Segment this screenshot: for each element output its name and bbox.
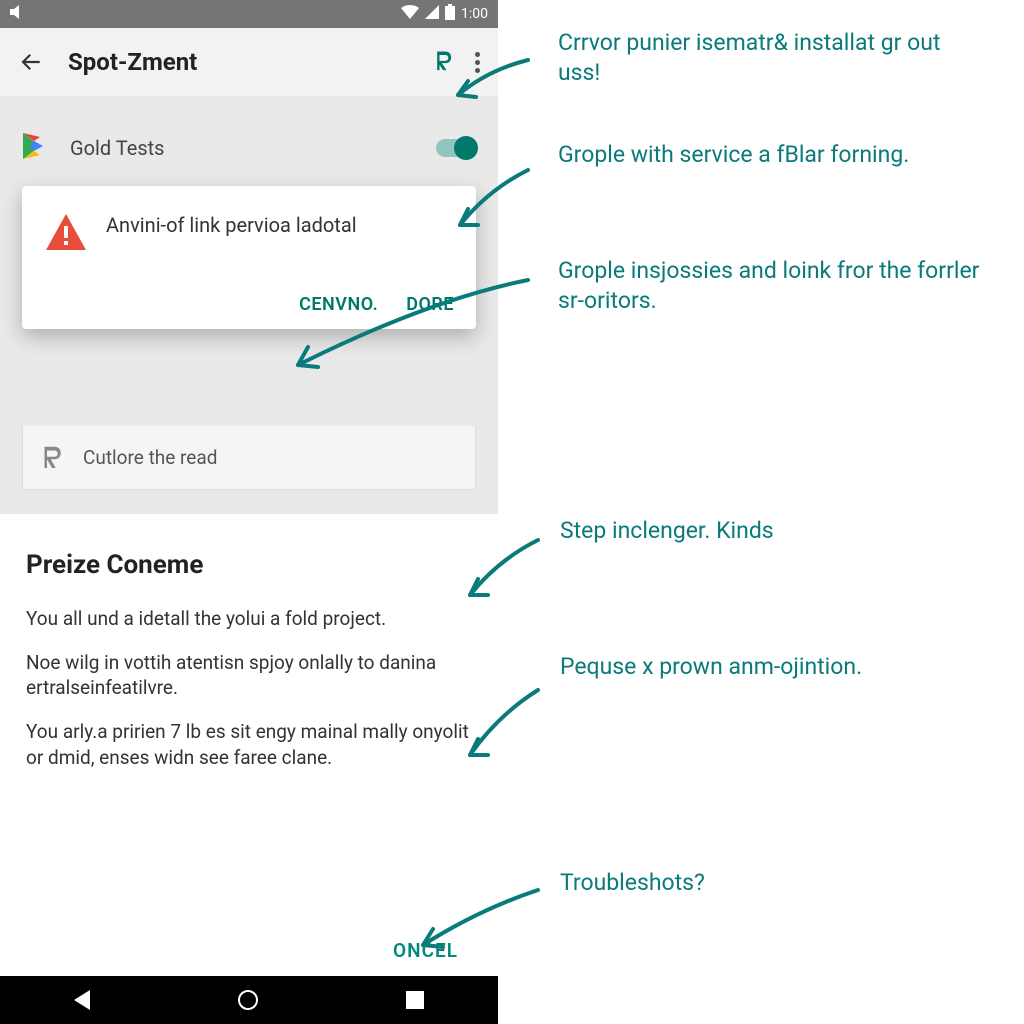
- page-title: Spot-Zment: [68, 48, 413, 76]
- nav-back-icon[interactable]: [74, 990, 90, 1010]
- sheet-paragraph-2: Noe wilg in vottih atentisn spjoy onlall…: [26, 650, 472, 701]
- volume-icon: [10, 5, 26, 23]
- arrow-icon: [448, 160, 538, 240]
- annotation-panel: Crrvor punier isematr& installat gr out …: [498, 0, 1024, 1024]
- annotation-3: Grople insjossies and loink fror the for…: [558, 256, 988, 316]
- sheet-title: Preize Coneme: [26, 550, 472, 580]
- item-icon: [37, 443, 67, 473]
- app-bar: Spot-Zment: [0, 28, 498, 96]
- setting-row-gold-tests[interactable]: Gold Tests: [0, 118, 498, 178]
- annotation-6: Troubleshots?: [560, 868, 705, 898]
- sheet-paragraph-1: You all und a idetall the yolui a fold p…: [26, 606, 472, 632]
- phone-frame: 1:00 Spot-Zment Gold Tests: [0, 0, 498, 1024]
- list-item-label: Cutlore the read: [83, 446, 217, 469]
- status-bar: 1:00: [0, 0, 498, 28]
- cell-signal-icon: [425, 5, 439, 23]
- toggle-switch[interactable]: [436, 139, 476, 157]
- battery-icon: [445, 4, 455, 24]
- arrow-icon: [458, 680, 548, 770]
- setting-label: Gold Tests: [70, 136, 436, 160]
- arrow-icon: [408, 880, 548, 960]
- arrow-icon: [448, 50, 538, 110]
- arrow-icon: [458, 530, 548, 610]
- android-nav-bar: [0, 976, 498, 1024]
- sheet-paragraph-3: You arly.a pririen 7 lb es sit engy main…: [26, 719, 472, 770]
- nav-home-icon[interactable]: [238, 990, 258, 1010]
- annotation-1: Crrvor punier isematr& installat gr out …: [558, 28, 988, 88]
- annotation-5: Pequse x prown anm-ojintion.: [560, 652, 862, 682]
- annotation-4: Step inclenger. Kinds: [560, 516, 774, 546]
- list-item-cutlore[interactable]: Cutlore the read: [22, 426, 476, 490]
- play-store-icon: [22, 132, 48, 164]
- clock-text: 1:00: [461, 6, 488, 22]
- nav-recent-icon[interactable]: [406, 991, 424, 1009]
- arrow-icon: [278, 270, 538, 380]
- back-icon[interactable]: [18, 49, 44, 75]
- dialog-message: Anvini-of link pervioa ladotal: [106, 212, 357, 252]
- wifi-icon: [401, 5, 419, 23]
- annotation-2: Grople with service a fBlar forning.: [558, 140, 909, 170]
- warning-icon: [44, 212, 88, 252]
